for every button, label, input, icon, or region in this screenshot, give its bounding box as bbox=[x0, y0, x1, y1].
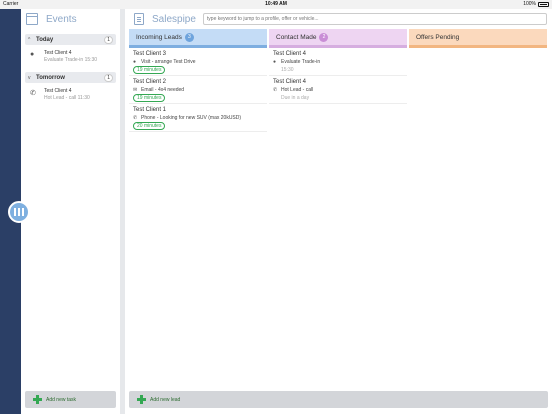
detail-text: Phone - Looking for new SUV (max 20kUSD) bbox=[141, 115, 242, 121]
lead-detail: ✆ Hot Lead - call bbox=[273, 87, 313, 93]
due-text: Due in a day bbox=[281, 95, 310, 101]
count-badge: 1 bbox=[104, 35, 113, 44]
time-chip: 20 minutes bbox=[133, 122, 166, 130]
battery-percent: 100% bbox=[523, 1, 536, 7]
event-name: Test Client 4 bbox=[44, 50, 72, 56]
add-lead-label: Add new lead bbox=[150, 396, 181, 403]
event-name: Test Client 4 bbox=[44, 88, 72, 94]
clock: 10:49 AM bbox=[265, 1, 287, 7]
salespipe-header: Salespipe bbox=[125, 9, 552, 29]
events-title: Events bbox=[46, 13, 77, 25]
column-header[interactable]: Incoming Leads 3 bbox=[129, 29, 267, 48]
lead-card[interactable]: Test Client 1 ✆ Phone - Looking for new … bbox=[129, 104, 267, 132]
section-label: Today bbox=[36, 36, 54, 43]
pin-icon: ● bbox=[133, 59, 137, 65]
time-chip: 19 minutes bbox=[133, 66, 166, 74]
event-subtitle: Evaluate Trade-in 15:30 bbox=[44, 57, 98, 63]
section-tomorrow[interactable]: v Tomorrow 1 bbox=[25, 72, 116, 83]
phone-icon: ✆ bbox=[273, 87, 278, 93]
detail-text: Visit - arrange Test Drive bbox=[141, 59, 196, 65]
event-item[interactable]: ● Test Client 4 Evaluate Trade-in 15:30 bbox=[25, 45, 120, 67]
lead-card[interactable]: Test Client 3 ● Visit - arrange Test Dri… bbox=[129, 48, 267, 76]
panel-drag-handle[interactable] bbox=[8, 201, 30, 223]
battery-status: 100% bbox=[523, 0, 549, 9]
pin-icon: ● bbox=[273, 59, 277, 65]
column-header[interactable]: Offers Pending bbox=[409, 29, 547, 48]
salespipe-title: Salespipe bbox=[152, 13, 196, 25]
detail-text: Hot Lead - call bbox=[281, 87, 314, 93]
column-offers-pending: Offers Pending bbox=[409, 29, 547, 132]
calendar-icon bbox=[26, 13, 38, 25]
column-header[interactable]: Contact Made 2 bbox=[269, 29, 407, 48]
lead-detail: ✆ Phone - Looking for new SUV (max 20kUS… bbox=[133, 115, 241, 121]
detail-text: Evaluate Trade-in bbox=[281, 59, 321, 65]
chevron-down-icon: v bbox=[28, 74, 31, 81]
section-label: Tomorrow bbox=[36, 74, 65, 81]
events-panel: Events ^ Today 1 ● Test Client 4 Evaluat… bbox=[21, 9, 120, 414]
battery-icon bbox=[538, 2, 549, 7]
detail-text: Email - 4x4 needed bbox=[141, 87, 185, 93]
client-name: Test Client 2 bbox=[133, 79, 167, 85]
add-task-button[interactable]: Add new task bbox=[25, 391, 116, 408]
client-name: Test Client 1 bbox=[133, 107, 167, 113]
lead-detail: ● Visit - arrange Test Drive bbox=[133, 59, 196, 65]
client-name: Test Client 4 bbox=[273, 51, 307, 57]
client-name: Test Client 4 bbox=[273, 79, 307, 85]
plus-icon bbox=[137, 395, 146, 404]
event-item[interactable]: ✆ Test Client 4 Hot Lead - call 11:30 bbox=[25, 83, 120, 105]
due-text: 15:30 bbox=[281, 67, 294, 73]
count-badge: 3 bbox=[184, 32, 194, 42]
phone-icon: ✆ bbox=[30, 90, 36, 97]
plus-icon bbox=[33, 395, 42, 404]
events-header: Events bbox=[21, 9, 120, 29]
time-chip: 19 minutes bbox=[133, 94, 166, 102]
column-contact-made: Contact Made 2 Test Client 4 ● Evaluate … bbox=[269, 29, 407, 132]
add-task-label: Add new task bbox=[46, 396, 77, 403]
search-input[interactable] bbox=[202, 13, 547, 25]
phone-icon: ✆ bbox=[133, 115, 138, 121]
lead-detail: ✉ Email - 4x4 needed bbox=[133, 87, 184, 93]
client-name: Test Client 3 bbox=[133, 51, 167, 57]
lead-card[interactable]: Test Client 2 ✉ Email - 4x4 needed 19 mi… bbox=[129, 76, 267, 104]
pin-icon: ● bbox=[30, 51, 35, 58]
count-badge: 2 bbox=[319, 32, 329, 42]
pipeline-columns: Incoming Leads 3 Test Client 3 ● Visit -… bbox=[129, 29, 547, 132]
column-label: Contact Made bbox=[276, 33, 317, 41]
column-label: Incoming Leads bbox=[136, 33, 182, 41]
add-lead-button[interactable]: Add new lead bbox=[129, 391, 548, 408]
column-incoming-leads: Incoming Leads 3 Test Client 3 ● Visit -… bbox=[129, 29, 267, 132]
status-bar: Carrier 10:49 AM 100% bbox=[0, 0, 552, 9]
section-today[interactable]: ^ Today 1 bbox=[25, 34, 116, 45]
column-label: Offers Pending bbox=[416, 33, 460, 41]
count-badge: 1 bbox=[104, 73, 113, 82]
event-subtitle: Hot Lead - call 11:30 bbox=[44, 95, 90, 101]
salespipe-panel: Salespipe Incoming Leads 3 Test Client 3… bbox=[125, 9, 552, 414]
envelope-icon: ✉ bbox=[133, 87, 138, 93]
document-icon bbox=[134, 13, 144, 25]
chevron-up-icon: ^ bbox=[28, 36, 31, 43]
lead-card[interactable]: Test Client 4 ● Evaluate Trade-in 15:30 bbox=[269, 48, 407, 76]
lead-card[interactable]: Test Client 4 ✆ Hot Lead - call Due in a… bbox=[269, 76, 407, 104]
lead-detail: ● Evaluate Trade-in bbox=[273, 59, 320, 65]
